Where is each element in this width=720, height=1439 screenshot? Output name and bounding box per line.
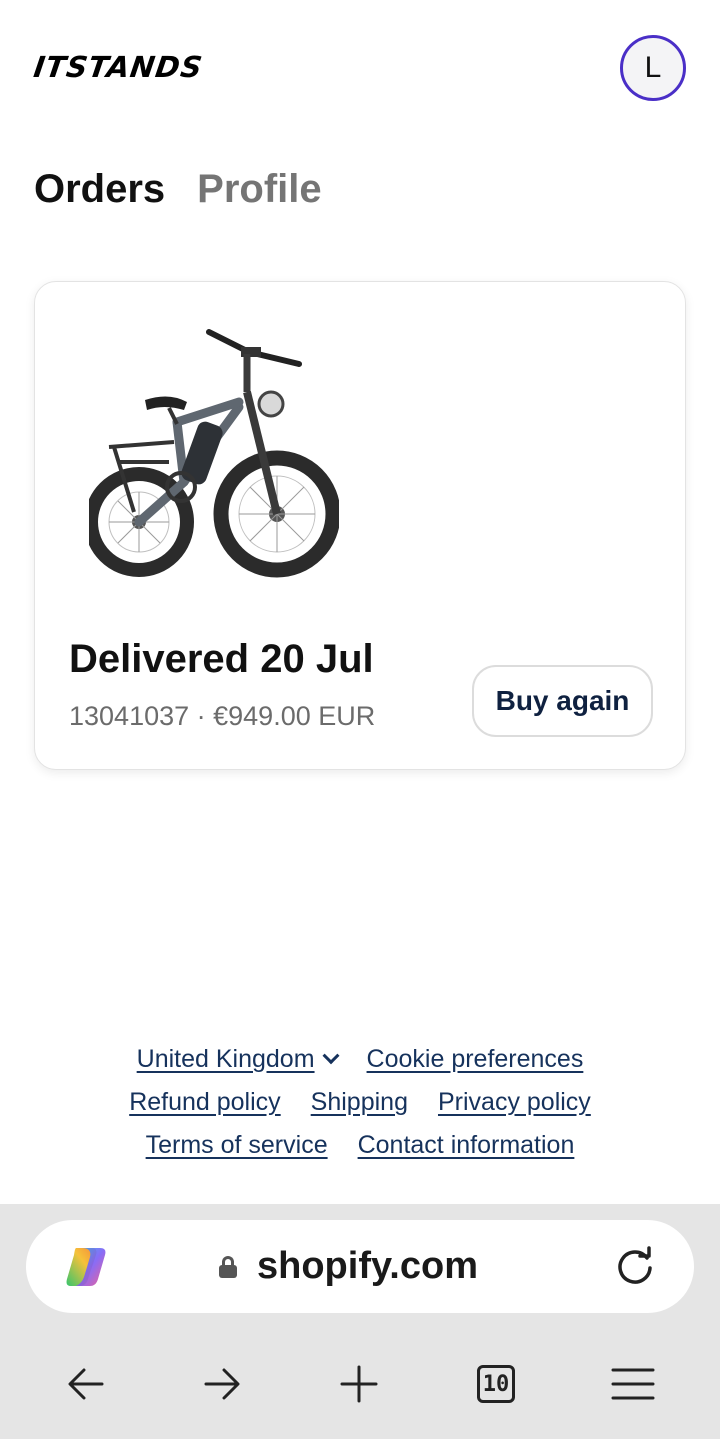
contact-information-link[interactable]: Contact information: [358, 1131, 575, 1160]
order-status: Delivered 20 Jul: [69, 637, 374, 681]
forward-icon: [204, 1368, 240, 1400]
back-button[interactable]: [51, 1344, 121, 1424]
country-selector[interactable]: United Kingdom: [136, 1045, 340, 1074]
tabs-button[interactable]: 10: [461, 1344, 531, 1424]
tab-profile[interactable]: Profile: [197, 166, 321, 212]
new-tab-icon: [340, 1365, 378, 1403]
tabs-icon: 10: [477, 1365, 515, 1403]
store-logo-text: ITSTANDS: [31, 50, 206, 84]
browser-nav-bar: 10: [0, 1344, 720, 1424]
shipping-link[interactable]: Shipping: [311, 1088, 408, 1117]
menu-button[interactable]: [598, 1344, 668, 1424]
account-tabs: Orders Profile: [34, 166, 322, 212]
address-bar[interactable]: shopify.com: [26, 1220, 694, 1313]
country-label: United Kingdom: [136, 1045, 315, 1073]
page: ITSTANDS L Orders Profile Delivered 20 J…: [0, 0, 720, 1439]
avatar-initial: L: [644, 51, 662, 84]
tab-orders[interactable]: Orders: [34, 166, 165, 212]
product-image: [89, 329, 339, 578]
browser-toolbar: shopify.com 10: [0, 1204, 720, 1439]
terms-of-service-link[interactable]: Terms of service: [146, 1131, 328, 1160]
store-logo[interactable]: ITSTANDS: [31, 50, 206, 84]
footer-links: United Kingdom Cookie preferences Refund…: [0, 1038, 720, 1167]
footer-row: United Kingdom Cookie preferences: [0, 1038, 720, 1081]
back-icon: [68, 1368, 104, 1400]
new-tab-button[interactable]: [324, 1344, 394, 1424]
lock-icon: [219, 1256, 237, 1278]
forward-button[interactable]: [187, 1344, 257, 1424]
footer-row: Refund policy Shipping Privacy policy: [0, 1081, 720, 1124]
order-card[interactable]: Delivered 20 Jul 13041037 · €949.00 EUR …: [34, 281, 686, 770]
copilot-icon[interactable]: [62, 1245, 110, 1289]
cookie-preferences-link[interactable]: Cookie preferences: [367, 1045, 584, 1074]
footer-row: Terms of service Contact information: [0, 1124, 720, 1167]
menu-icon: [611, 1368, 655, 1400]
order-meta: 13041037 · €949.00 EUR: [69, 701, 376, 731]
buy-again-button[interactable]: Buy again: [472, 665, 653, 737]
privacy-policy-link[interactable]: Privacy policy: [438, 1088, 591, 1117]
url-text[interactable]: shopify.com: [257, 1244, 478, 1288]
chevron-down-icon: [322, 1046, 340, 1064]
account-avatar[interactable]: L: [620, 35, 686, 101]
reload-icon[interactable]: [614, 1246, 656, 1288]
refund-policy-link[interactable]: Refund policy: [129, 1088, 280, 1117]
